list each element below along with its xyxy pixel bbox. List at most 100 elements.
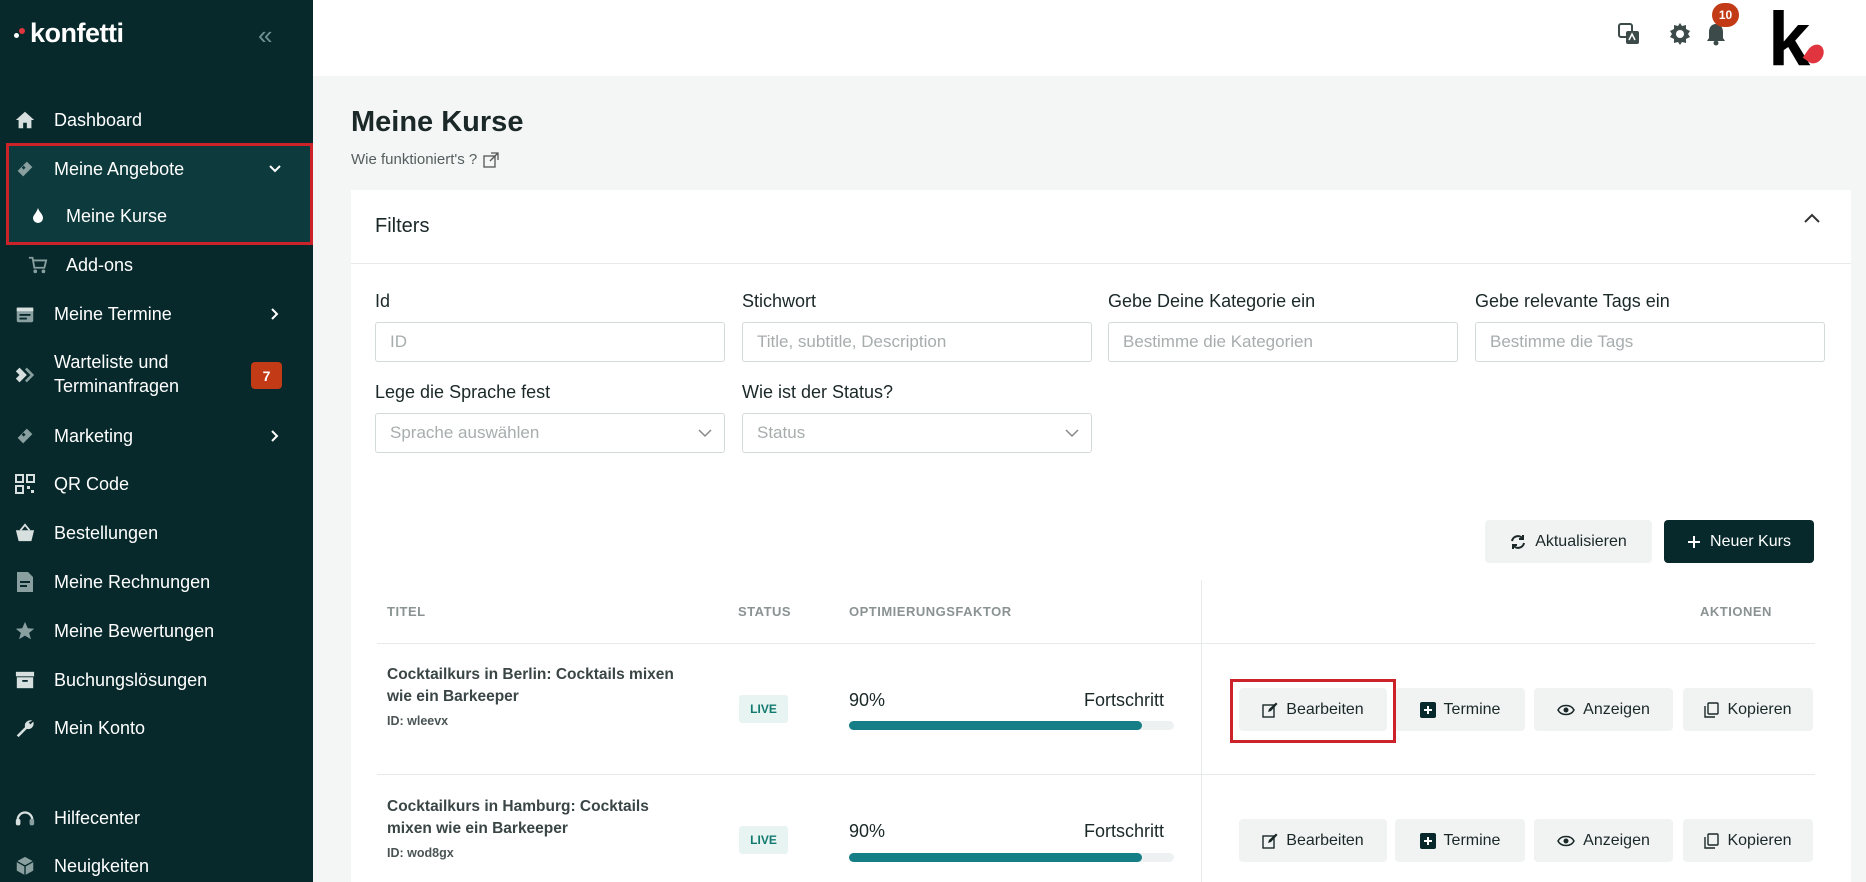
filters-divider xyxy=(351,263,1851,264)
brand-k-logo[interactable]: k xyxy=(1768,2,1810,78)
course-title[interactable]: Cocktailkurs in Berlin: Cocktails mixen … xyxy=(387,664,697,708)
collapse-sidebar-icon[interactable]: « xyxy=(258,20,272,51)
copy-button-label: Kopieren xyxy=(1727,700,1792,718)
status-label: Wie ist der Status? xyxy=(742,382,894,402)
course-title-line1: Cocktailkurs in Hamburg: Cocktails xyxy=(387,798,649,815)
view-button-label: Anzeigen xyxy=(1583,700,1650,718)
home-icon xyxy=(13,108,37,132)
language-select[interactable]: Sprache auswählen xyxy=(375,413,725,453)
copy-button[interactable]: Kopieren xyxy=(1683,819,1813,862)
course-title[interactable]: Cocktailkurs in Hamburg: Cocktails mixen… xyxy=(387,796,697,840)
dates-button-label: Termine xyxy=(1443,700,1501,718)
translate-icon[interactable] xyxy=(1616,21,1642,47)
flame-icon xyxy=(26,204,50,228)
edit-button[interactable]: Bearbeiten xyxy=(1239,819,1387,862)
sidebar-item-label: Meine Bewertungen xyxy=(54,620,215,641)
sidebar-item-meine-rechnungen[interactable]: Meine Rechnungen xyxy=(0,568,313,596)
chevron-up-icon[interactable] xyxy=(1803,212,1821,224)
edit-icon xyxy=(1262,833,1278,849)
copy-button[interactable]: Kopieren xyxy=(1683,688,1813,731)
edit-button-label: Bearbeiten xyxy=(1286,700,1364,718)
sidebar-item-warteliste[interactable]: Warteliste und Terminanfragen 7 xyxy=(0,350,313,400)
status-select[interactable]: Status xyxy=(742,413,1092,453)
sidebar-item-qr-code[interactable]: QR Code xyxy=(0,470,313,498)
sidebar-item-label: Dashboard xyxy=(54,109,143,130)
new-course-button-label: Neuer Kurs xyxy=(1710,532,1791,550)
language-select-placeholder: Sprache auswählen xyxy=(390,423,540,442)
edit-button[interactable]: Bearbeiten xyxy=(1239,688,1387,731)
course-title-line2: mixen wie ein Barkeeper xyxy=(387,820,568,837)
notification-count-badge: 10 xyxy=(1712,3,1739,27)
sidebar-item-meine-bewertungen[interactable]: Meine Bewertungen xyxy=(0,617,313,645)
column-header-title[interactable]: TITEL xyxy=(387,604,426,619)
sidebar-item-meine-angebote[interactable]: Meine Angebote xyxy=(0,155,313,183)
row-divider xyxy=(377,643,1815,644)
language-label: Lege die Sprache fest xyxy=(375,382,551,402)
sidebar-item-dashboard[interactable]: Dashboard xyxy=(0,106,313,134)
sidebar-item-add-ons[interactable]: Add-ons xyxy=(0,252,313,278)
megaphone-icon xyxy=(13,424,37,448)
sidebar-item-bestellungen[interactable]: Bestellungen xyxy=(0,519,313,547)
wrench-icon xyxy=(13,716,37,740)
tags-input[interactable] xyxy=(1475,322,1825,362)
sidebar-item-label: QR Code xyxy=(54,473,130,494)
progress-bar xyxy=(849,853,1174,862)
sidebar-item-meine-termine[interactable]: Meine Termine xyxy=(0,300,313,328)
eye-icon xyxy=(1557,834,1575,848)
waitlist-icon xyxy=(13,363,37,387)
calendar-icon xyxy=(13,302,37,326)
sidebar-item-label-line1: Warteliste und xyxy=(54,352,169,372)
dates-button-label: Termine xyxy=(1443,831,1501,849)
chevron-down-icon xyxy=(698,428,712,438)
new-course-button[interactable]: Neuer Kurs xyxy=(1664,520,1814,563)
view-button[interactable]: Anzeigen xyxy=(1534,688,1673,731)
refresh-icon xyxy=(1510,534,1526,550)
chevron-down-icon xyxy=(268,162,282,176)
edit-icon xyxy=(1262,702,1278,718)
sidebar-item-buchungsloesungen[interactable]: Buchungslösungen xyxy=(0,666,313,694)
id-label: Id xyxy=(375,291,391,311)
copy-icon xyxy=(1704,832,1720,849)
sidebar-item-mein-konto[interactable]: Mein Konto xyxy=(0,714,313,742)
status-badge: LIVE xyxy=(739,826,788,854)
sidebar-item-meine-kurse[interactable]: Meine Kurse xyxy=(0,203,313,229)
dates-button[interactable]: Termine xyxy=(1395,819,1525,862)
progress-label: Fortschritt xyxy=(1084,821,1165,841)
view-button-label: Anzeigen xyxy=(1583,831,1650,849)
konfetti-logo-mark xyxy=(14,27,25,39)
tags-label: Gebe relevante Tags ein xyxy=(1475,291,1670,311)
column-header-status[interactable]: STATUS xyxy=(738,604,791,619)
row-divider xyxy=(377,774,1815,775)
sidebar-item-label: Mein Konto xyxy=(54,717,146,738)
progress-percent: 90% xyxy=(849,821,886,841)
sidebar-item-label: Meine Rechnungen xyxy=(54,571,211,592)
column-header-optimization[interactable]: OPTIMIERUNGSFAKTOR xyxy=(849,604,1012,619)
course-title-line1: Cocktailkurs in Berlin: Cocktails mixen xyxy=(387,666,674,683)
progress-label: Fortschritt xyxy=(1084,690,1165,710)
progress-bar-fill xyxy=(849,721,1142,730)
invoice-icon xyxy=(13,570,37,594)
sidebar-item-label: Marketing xyxy=(54,425,134,446)
chevron-right-icon xyxy=(268,429,282,443)
eye-icon xyxy=(1557,703,1575,717)
konfetti-logo[interactable]: konfetti xyxy=(14,18,124,49)
dates-button[interactable]: Termine xyxy=(1395,688,1525,731)
view-button[interactable]: Anzeigen xyxy=(1534,819,1673,862)
sidebar-item-label: Hilfecenter xyxy=(54,807,141,828)
gear-icon[interactable] xyxy=(1667,21,1693,47)
archive-icon xyxy=(13,668,37,692)
filters-title: Filters xyxy=(375,215,430,237)
sidebar-item-neuigkeiten[interactable]: Neuigkeiten xyxy=(0,852,313,880)
sidebar-item-marketing[interactable]: Marketing xyxy=(0,422,313,450)
sidebar-item-hilfecenter[interactable]: Hilfecenter xyxy=(0,804,313,832)
keyword-input[interactable] xyxy=(742,322,1092,362)
refresh-button-label: Aktualisieren xyxy=(1535,532,1627,550)
help-link[interactable]: Wie funktioniert's ? xyxy=(351,151,499,168)
sidebar-item-label: Add-ons xyxy=(66,254,134,275)
sidebar: konfetti « Dashboard Meine Angebote Mein… xyxy=(0,0,313,882)
keyword-label: Stichwort xyxy=(742,291,817,311)
category-input[interactable] xyxy=(1108,322,1458,362)
id-input[interactable] xyxy=(375,322,725,362)
refresh-button[interactable]: Aktualisieren xyxy=(1485,520,1652,563)
column-header-actions: AKTIONEN xyxy=(1700,604,1772,619)
